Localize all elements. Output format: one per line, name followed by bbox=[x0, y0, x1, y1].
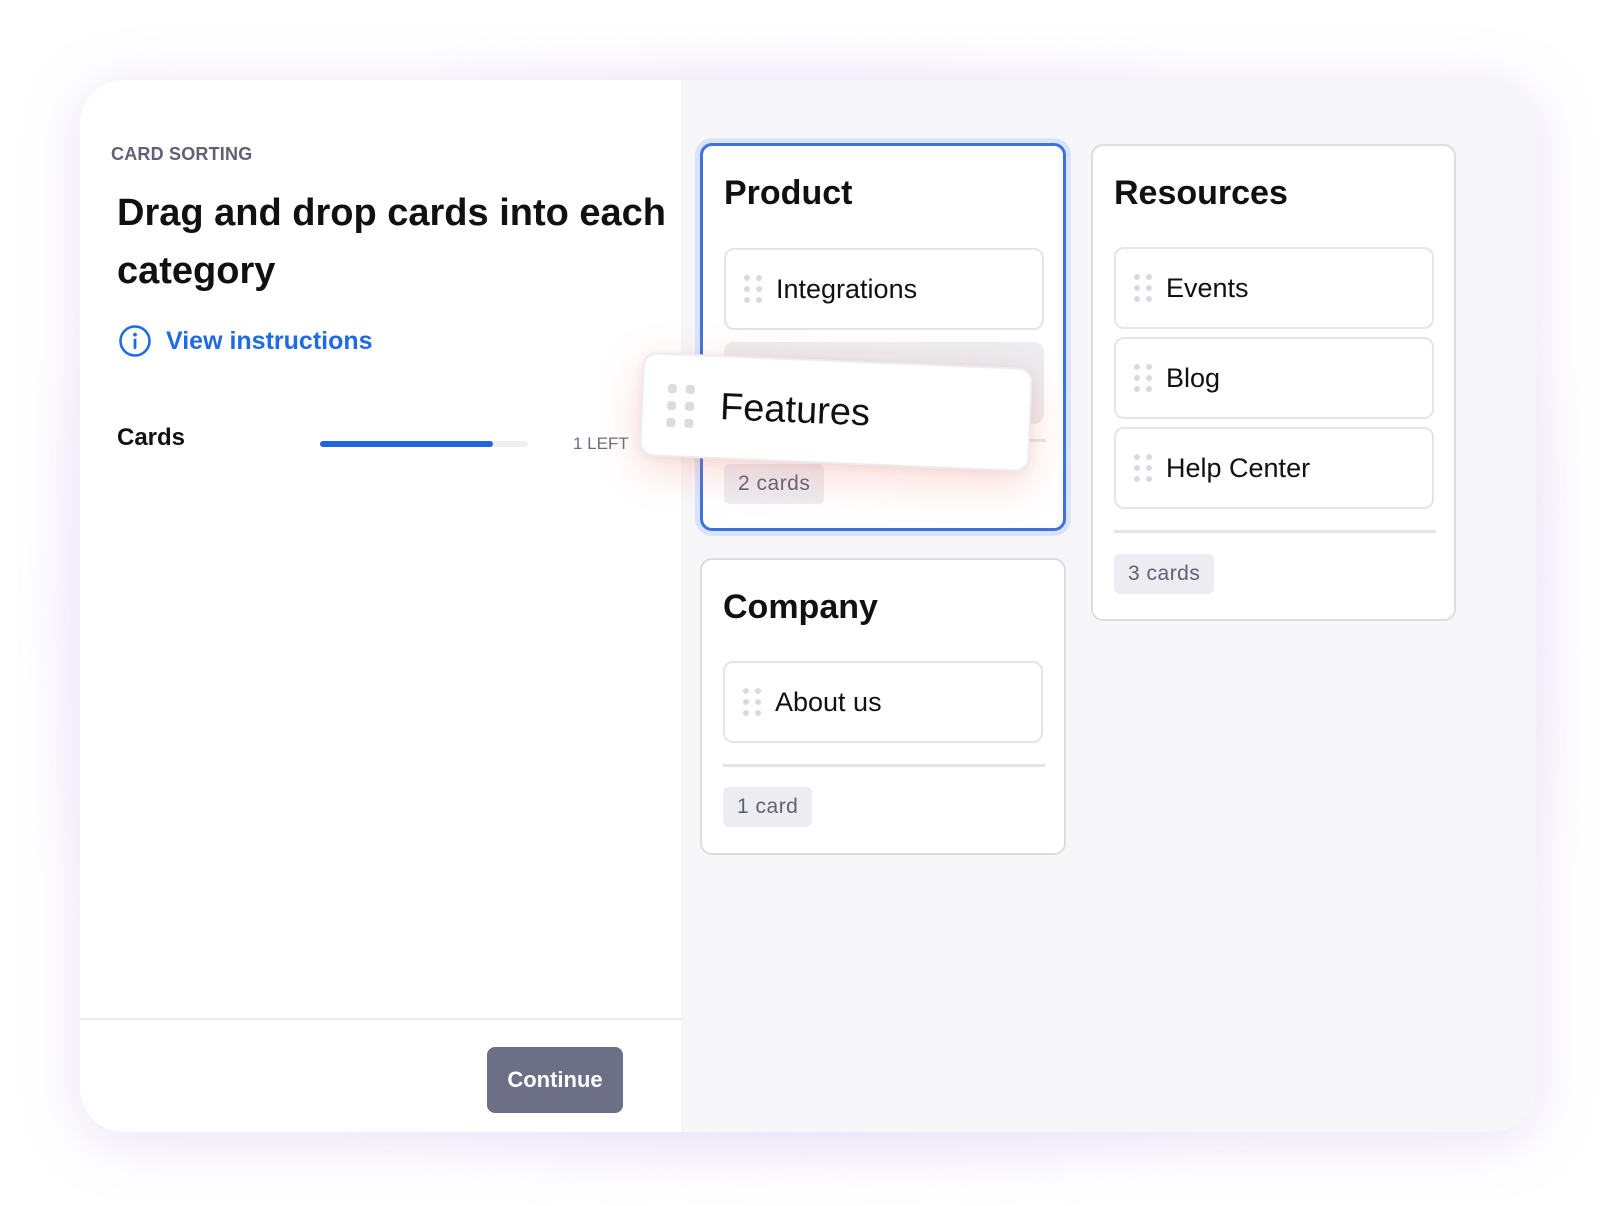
category-title: Resources bbox=[1114, 174, 1288, 212]
task-panel: CARD SORTING Drag and drop cards into ea… bbox=[80, 80, 681, 1132]
sorted-card-help-center[interactable]: Help Center bbox=[1114, 427, 1434, 509]
info-circle-icon bbox=[119, 325, 151, 357]
category-title: Product bbox=[724, 174, 853, 212]
view-instructions-link[interactable]: View instructions bbox=[118, 324, 373, 358]
category-divider bbox=[723, 764, 1045, 767]
category-board: Product Integrations 2 cards Resources E… bbox=[681, 80, 1536, 1132]
sorted-card-events[interactable]: Events bbox=[1114, 247, 1434, 329]
category-product[interactable]: Product Integrations 2 cards bbox=[700, 143, 1066, 531]
drag-handle-icon[interactable] bbox=[1134, 454, 1152, 482]
task-title: Drag and drop cards into each category bbox=[117, 192, 666, 292]
progress-fill bbox=[320, 441, 493, 447]
drag-handle-icon[interactable] bbox=[1134, 364, 1152, 392]
cards-progress-bar bbox=[320, 441, 528, 447]
drag-handle-icon[interactable] bbox=[1134, 274, 1152, 302]
card-label: Events bbox=[1166, 272, 1249, 303]
view-instructions-label: View instructions bbox=[166, 326, 373, 355]
card-count-badge: 2 cards bbox=[724, 464, 825, 504]
dragging-card-label: Features bbox=[719, 385, 871, 434]
card-label: About us bbox=[775, 686, 882, 717]
cards-progress-label: Cards bbox=[117, 424, 186, 451]
footer-divider bbox=[80, 1018, 681, 1020]
sorted-card-blog[interactable]: Blog bbox=[1114, 337, 1434, 419]
category-title: Company bbox=[723, 588, 878, 626]
card-label: Integrations bbox=[776, 273, 918, 304]
category-resources[interactable]: Resources Events Blog Help Center 3 card… bbox=[1091, 144, 1456, 621]
continue-button[interactable]: Continue bbox=[487, 1047, 623, 1113]
cards-remaining-text: 1 LEFT bbox=[573, 434, 629, 453]
category-divider bbox=[1114, 530, 1436, 533]
drag-handle-icon[interactable] bbox=[666, 383, 696, 428]
drag-handle-icon[interactable] bbox=[744, 275, 762, 303]
card-count-badge: 1 card bbox=[723, 787, 813, 827]
card-label: Blog bbox=[1166, 362, 1221, 393]
task-eyebrow: CARD SORTING bbox=[111, 144, 253, 164]
card-count-badge: 3 cards bbox=[1114, 554, 1215, 594]
category-company[interactable]: Company About us 1 card bbox=[700, 558, 1066, 855]
card-label: Help Center bbox=[1166, 452, 1311, 483]
sorted-card-about-us[interactable]: About us bbox=[723, 661, 1043, 743]
drag-handle-icon[interactable] bbox=[743, 688, 761, 716]
dragging-card-features[interactable]: Features bbox=[638, 351, 1034, 473]
card-sorting-window: CARD SORTING Drag and drop cards into ea… bbox=[80, 80, 1536, 1132]
sorted-card-integrations[interactable]: Integrations bbox=[724, 248, 1044, 330]
